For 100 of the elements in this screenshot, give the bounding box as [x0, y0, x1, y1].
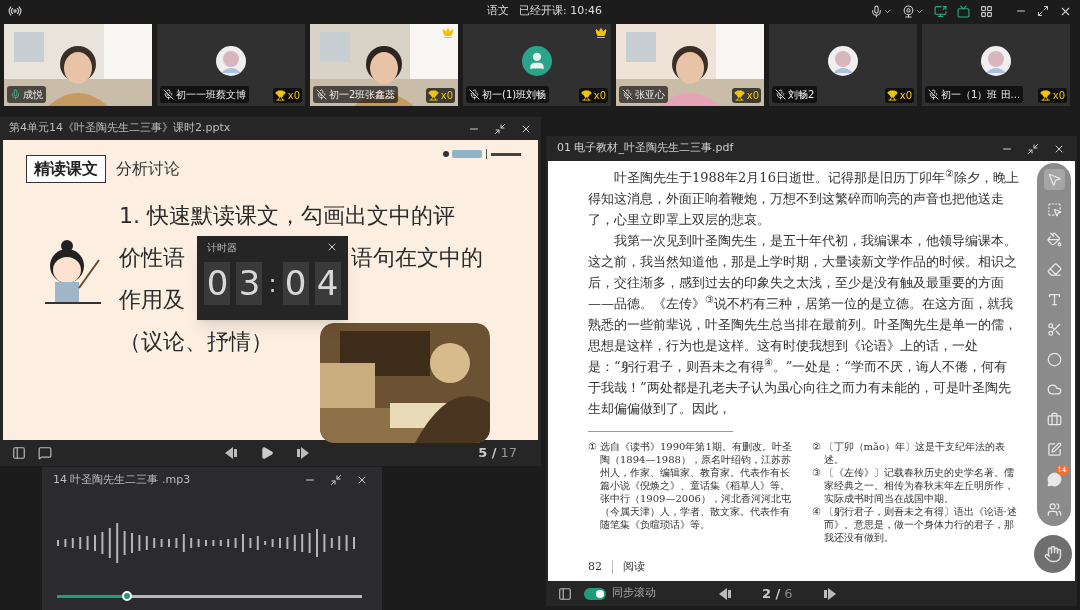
grid-icon[interactable]	[980, 4, 993, 18]
slide-text: （议论、抒情）	[119, 328, 273, 356]
timer-separator: :	[268, 268, 277, 300]
participant-name: 初一(1)班刘畅	[482, 88, 547, 102]
cloud-icon[interactable]	[1046, 382, 1062, 397]
class-status: 已经开课: 10:46	[519, 2, 602, 19]
selection-icon[interactable]	[1046, 202, 1062, 217]
participant-name: 张亚心	[635, 88, 665, 102]
footnote-mark: ②	[811, 440, 821, 454]
trophy-icon	[733, 90, 745, 101]
avatar	[981, 46, 1011, 76]
footnote-mark: ①	[588, 440, 597, 454]
edit-icon[interactable]	[1046, 442, 1062, 457]
trophy-icon	[580, 90, 592, 101]
close-icon[interactable]	[326, 241, 338, 253]
display-icon[interactable]	[957, 4, 970, 18]
subject-label: 语文	[487, 2, 509, 19]
avatar	[522, 46, 552, 76]
fill-icon[interactable]	[1046, 232, 1062, 247]
sidebar-icon[interactable]	[12, 446, 26, 460]
participant-name: 初一（1）班 田...	[941, 88, 1021, 102]
trophy-icon	[427, 90, 439, 101]
restore-icon[interactable]	[330, 474, 342, 486]
trophy-count: x0	[440, 89, 453, 103]
users-icon[interactable]	[1046, 502, 1062, 517]
raise-hand-button[interactable]	[1034, 535, 1072, 573]
scissors-icon[interactable]	[1046, 322, 1062, 337]
participant-name: 初一一班蔡文博	[176, 88, 246, 102]
footnote-text: 〔《左传》〕记载春秋历史的史学名著。儒家经典之一。相传为春秋末年左丘明所作，实际成书时间当在战国中期。	[823, 466, 1015, 505]
circle-icon[interactable]	[1046, 352, 1062, 367]
video-tile[interactable]: 张亚心 x0	[616, 24, 764, 106]
footnote-text: 选自《读书》1990年第1期。有删改。叶圣陶（1894—1988），原名叶绍钧，江苏苏州人，作家、编辑家、教育家。代表作有长篇小说《倪焕之》、童话集《稻草人》等。张中行（1909—2006），河北香河河北屯（今属天津）人，学者、散文家。代表作有随笔集《负暄琐话》等。	[600, 440, 793, 531]
restore-icon[interactable]	[1027, 142, 1039, 155]
page-current: 2 /	[762, 584, 781, 603]
next-icon[interactable]	[296, 446, 310, 460]
timer-digit: 0	[282, 262, 309, 305]
previous-icon[interactable]	[718, 586, 732, 601]
briefcase-icon[interactable]	[1046, 412, 1062, 427]
body-paragraph: 我第一次见到叶圣陶先生，是五十年代初，我编课本，他领导编课本。这之前，我当然知道他，那是上学时期，大量读新文学作品的时候。相识之后，交往渐多，感到过去的印象失之太浅，至少是没有触及最重要的方面——品德。《左传》$^{③}$说不朽有三种，居第一位的是立德。在这方面，就我熟悉的一些前辈说，叶圣陶先生总当排在最前列。叶圣陶先生是单一的儒，思想是这样，行为也是这样。这有时使我想到《论语》上的话，一处是：“躬行君子，则吾未之有得$^{④}$。”一处是：“学而不厌，诲人不倦，何有于我哉！”两处都是孔老夫子认为虽心向往之而力有未能的，可是叶圣陶先生却偏偏做到了。因此，	[588, 232, 1018, 418]
trophy-icon	[274, 90, 286, 101]
restore-icon[interactable]	[494, 122, 506, 135]
mic-icon[interactable]	[870, 4, 883, 18]
timer-digit: 4	[314, 262, 341, 305]
timer-digit: 3	[236, 262, 263, 305]
window-title: 01 电子教材_叶圣陶先生二三事.pdf	[557, 140, 734, 157]
trophy-count: x0	[899, 89, 912, 103]
sync-label: 同步滚动	[612, 585, 656, 602]
participant-name: 初一2班张鑫蕊	[329, 88, 396, 102]
progress-thumb[interactable]	[122, 591, 133, 601]
notes-icon[interactable]	[38, 446, 52, 460]
next-icon[interactable]	[822, 586, 837, 601]
play-icon[interactable]	[260, 446, 274, 460]
section-label: 阅读	[623, 558, 645, 575]
trophy-count: x0	[746, 89, 759, 103]
page-number: 82	[588, 558, 602, 575]
video-tile[interactable]: 初一（1）班 田... x0	[922, 24, 1070, 106]
previous-icon[interactable]	[224, 446, 238, 460]
footnote-mark: ③	[811, 466, 821, 480]
video-tile[interactable]: 成悦	[4, 24, 152, 106]
close-icon[interactable]	[356, 474, 368, 486]
window-title: 第4单元14《叶圣陶先生二三事》课时2.pptx	[9, 120, 231, 137]
broadcast-icon[interactable]	[8, 4, 22, 18]
footnote-text: 〔丁卯（mǎo）年〕这是干支纪年法的表述。	[823, 440, 1006, 466]
slide-text: 作用及	[119, 286, 185, 314]
trophy-count: x0	[1052, 89, 1065, 103]
window-title: 14 叶圣陶先生二三事 .mp3	[53, 471, 191, 488]
video-tile[interactable]: 初一2班张鑫蕊 x0	[310, 24, 458, 106]
timer-title: 计时器	[207, 240, 237, 255]
sync-toggle[interactable]	[584, 587, 606, 600]
footnote-text: 〔躬行君子，则吾未之有得〕语出《论语·述而》。意思是，做一个身体力行的君子，那我还没有做到。	[823, 505, 1018, 544]
camera-icon[interactable]	[902, 4, 915, 18]
slide-heading: 分析讨论	[116, 158, 180, 180]
slide-text: 价性语	[119, 244, 185, 272]
trophy-icon	[1039, 90, 1051, 101]
page-total: 17	[500, 444, 517, 463]
participant-name: 成悦	[23, 88, 43, 102]
footnote-mark: ④	[811, 505, 821, 519]
fullscreen-icon[interactable]	[1037, 5, 1049, 17]
body-paragraph: 叶圣陶先生于1988年2月16日逝世。记得那是旧历丁卯年$^{②}$除夕，晚上得知这消息，外面正响着鞭炮，万想不到这繁碎而响亮的声音也把他送走了，心里立即罩上双层的悲哀。	[588, 167, 1019, 229]
text-tool-icon[interactable]	[1046, 292, 1062, 307]
page-current: 5 /	[478, 444, 497, 463]
avatar	[828, 46, 858, 76]
page-total: 6	[784, 584, 793, 603]
video-tile[interactable]: 初一(1)班刘畅 x0	[463, 24, 611, 106]
video-tile[interactable]: 初一一班蔡文博 x0	[157, 24, 305, 106]
participant-name: 刘畅2	[788, 88, 815, 102]
screen-share-icon[interactable]	[934, 4, 947, 18]
sidebar-icon[interactable]	[558, 586, 572, 601]
section-tag: 精读课文	[26, 155, 106, 183]
trophy-count: x0	[593, 89, 606, 103]
trophy-count: x0	[287, 89, 300, 103]
timer-digit: 0	[204, 262, 231, 305]
slide-text: 语句在文中的	[351, 244, 483, 272]
video-tile[interactable]: 刘畅2 x0	[769, 24, 917, 106]
eraser-icon[interactable]	[1046, 262, 1062, 277]
hand-icon	[1044, 545, 1062, 563]
trophy-icon	[886, 90, 898, 101]
chat-icon[interactable]	[1046, 472, 1062, 487]
logo-icon	[442, 148, 524, 160]
avatar	[216, 46, 246, 76]
